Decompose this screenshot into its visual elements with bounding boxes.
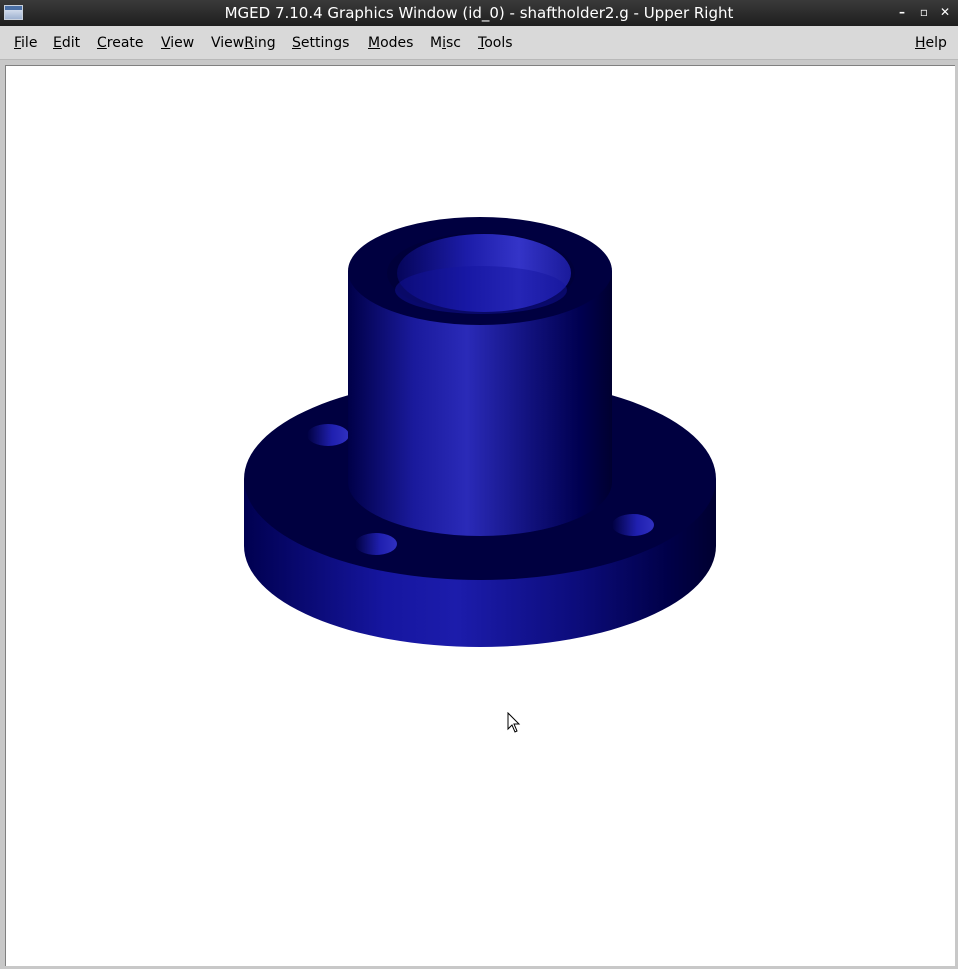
menu-modes[interactable]: Modes <box>368 35 413 51</box>
window-title: MGED 7.10.4 Graphics Window (id_0) - sha… <box>224 4 734 22</box>
menu-bar: File Edit Create View ViewRing Settings … <box>0 26 958 60</box>
menu-tools[interactable]: Tools <box>478 35 513 51</box>
shaft-holder-3d-model <box>244 217 716 647</box>
mouse-pointer-icon <box>507 712 521 733</box>
menu-edit[interactable]: Edit <box>53 35 80 51</box>
menu-file[interactable]: File <box>14 35 37 51</box>
menu-viewring[interactable]: ViewRing <box>211 35 276 51</box>
graphics-viewport[interactable] <box>5 65 955 966</box>
menu-help[interactable]: Help <box>915 35 947 51</box>
menu-settings[interactable]: Settings <box>292 35 349 51</box>
bolt-hole-right <box>612 514 654 536</box>
mged-graphics-window: MGED 7.10.4 Graphics Window (id_0) - sha… <box>0 0 958 969</box>
close-icon[interactable]: ✕ <box>936 3 954 21</box>
minimize-icon[interactable]: – <box>893 3 911 21</box>
menu-create[interactable]: Create <box>97 35 144 51</box>
bolt-hole-left <box>307 424 349 446</box>
title-bar[interactable]: MGED 7.10.4 Graphics Window (id_0) - sha… <box>0 0 958 26</box>
menu-misc[interactable]: Misc <box>430 35 461 51</box>
graphics-frame <box>0 60 958 969</box>
menu-view[interactable]: View <box>161 35 194 51</box>
maximize-icon[interactable]: ▫ <box>915 3 933 21</box>
bolt-hole-front <box>355 533 397 555</box>
